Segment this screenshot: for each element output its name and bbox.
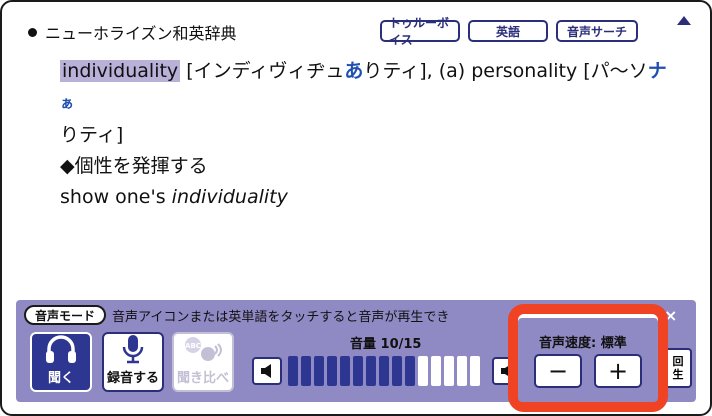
example-keyword: individuality xyxy=(171,186,288,208)
volume-bar-segment xyxy=(340,356,350,386)
replay-label-bottom: 生 xyxy=(672,368,684,381)
volume-bar-segment xyxy=(431,356,441,386)
volume-bar-segment xyxy=(444,356,454,386)
app-window: ニューホライズン和英辞典 トゥルーボイス 英語 音声サーチ individual… xyxy=(0,0,712,416)
voice-mode-badge: 音声モード xyxy=(24,305,107,325)
example-text: show one's xyxy=(60,186,172,208)
entry-line-1: individuality [インディヴィヂュありティ], (a) person… xyxy=(60,56,680,120)
speed-increase-button[interactable]: + xyxy=(594,354,642,388)
volume-bar-segment xyxy=(379,356,389,386)
true-voice-button[interactable]: トゥルーボイス xyxy=(380,16,460,47)
dictionary-toolbar: トゥルーボイス 英語 音声サーチ xyxy=(380,16,638,47)
volume-label: 音量 10/15 xyxy=(350,337,422,352)
dictionary-name: ニューホライズン和英辞典 xyxy=(45,24,237,43)
dictionary-title: ニューホライズン和英辞典 xyxy=(28,20,237,44)
volume-bar-segment xyxy=(457,356,467,386)
example-sentence[interactable]: show one's individuality xyxy=(60,182,680,213)
volume-bar-segment xyxy=(327,356,337,386)
microphone-icon xyxy=(122,335,144,364)
speed-label: 音声速度: 標準 xyxy=(539,336,627,351)
replay-button[interactable]: 回 生 xyxy=(664,348,692,388)
replay-label-top: 回 xyxy=(672,355,684,368)
volume-bar-segment xyxy=(366,356,376,386)
entry-line-2: りティ] xyxy=(60,124,124,146)
sense-heading: ◆個性を発揮する xyxy=(60,155,208,177)
volume-bar-segment xyxy=(288,356,298,386)
pronunciation-part: [インディヴィヂュ xyxy=(186,60,345,82)
volume-down-button[interactable] xyxy=(252,357,282,385)
scroll-up-arrow-icon[interactable] xyxy=(677,16,691,25)
volume-bar-segment xyxy=(301,356,311,386)
headphones-icon xyxy=(46,335,76,363)
record-button[interactable]: 録音する xyxy=(102,332,164,392)
volume-bar-segment xyxy=(392,356,402,386)
volume-bar-segment xyxy=(418,356,428,386)
volume-bar-segment xyxy=(470,356,480,386)
english-button[interactable]: 英語 xyxy=(468,20,548,42)
voice-mode-info: 音声モード 音声アイコンまたは英単語をタッチすると音声が再生でき xyxy=(24,305,449,325)
voice-search-button[interactable]: 音声サーチ xyxy=(556,20,638,42)
volume-meter[interactable] xyxy=(288,356,480,386)
compare-voices-icon: ABC xyxy=(185,337,222,361)
listen-button[interactable]: 聞く xyxy=(30,332,92,392)
abc-badge: ABC xyxy=(185,342,201,350)
dictionary-entry: individuality [インディヴィヂュありティ], (a) person… xyxy=(60,56,680,213)
voice-mode-hint: 音声アイコンまたは英単語をタッチすると音声が再生でき xyxy=(112,309,450,325)
record-label: 録音する xyxy=(106,371,159,386)
volume-bar-segment xyxy=(314,356,324,386)
compare-label: 聞き比べ xyxy=(176,371,229,386)
pronunciation-stress-small: ぁ xyxy=(60,96,74,112)
speaker-icon xyxy=(261,364,271,378)
bullet-icon xyxy=(28,27,37,37)
volume-bar-segment xyxy=(353,356,363,386)
pronunciation-stress: ナ xyxy=(647,60,667,82)
pronunciation-part: りティ], xyxy=(363,60,433,82)
listen-label: 聞く xyxy=(47,371,74,386)
alternate-word[interactable]: (a) personality [パ〜ソ xyxy=(439,60,648,82)
compare-button[interactable]: ABC 聞き比べ xyxy=(172,332,234,392)
speed-decrease-button[interactable]: − xyxy=(534,354,582,388)
volume-bar-segment xyxy=(405,356,415,386)
pronunciation-stress: あ xyxy=(344,60,364,82)
headword[interactable]: individuality xyxy=(60,60,181,82)
